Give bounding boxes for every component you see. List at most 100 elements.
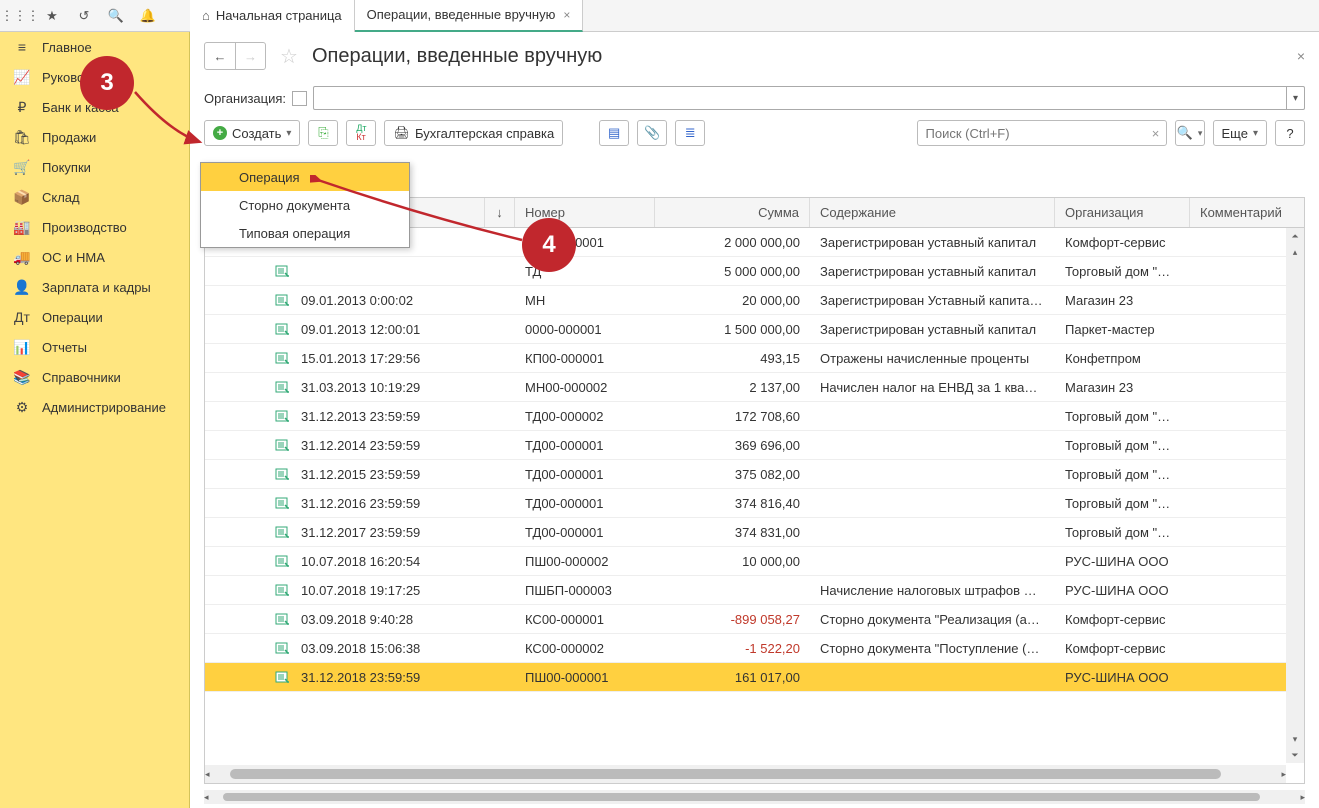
document-icon [275,265,291,277]
table-row[interactable]: 31.12.2015 23:59:59 ТД00-000001 375 082,… [205,460,1304,489]
find-button[interactable]: 🔍▾ [1175,120,1205,146]
table-row[interactable]: 31.12.2018 23:59:59 ПШ00-000001 161 017,… [205,663,1304,692]
scroll-down-icon[interactable]: ▾ [1286,731,1304,747]
sidebar-item[interactable]: 🛍Продажи [0,122,189,152]
sidebar-item[interactable]: 📦Склад [0,182,189,212]
table-row[interactable]: 31.03.2013 10:19:29 МН00-000002 2 137,00… [205,373,1304,402]
document-icon [275,352,291,364]
scroll-top-icon[interactable]: ⏶ [1286,228,1304,244]
scroll-right-icon[interactable]: ▸ [1281,766,1286,782]
sidebar-item[interactable]: 🏭Производство [0,212,189,242]
apps-grid-icon[interactable]: ⋮⋮⋮ [8,4,32,28]
sidebar-item[interactable]: ≡Главное [0,32,189,62]
search-icon[interactable]: 🔍 [104,4,128,28]
history-icon[interactable]: ↺ [72,4,96,28]
sidebar-label: Справочники [42,370,121,385]
dtkt-icon: ДтКт [356,124,366,142]
cell-number: ПШБП-000003 [515,583,655,598]
scroll-up-icon[interactable]: ▴ [1286,244,1304,260]
scroll-left-icon[interactable]: ◂ [204,789,209,805]
vertical-scrollbar[interactable]: ⏶ ▴ ▾ ⏷ [1286,228,1304,763]
scroll-left-icon[interactable]: ◂ [205,766,210,782]
sidebar-item[interactable]: ⚙Администрирование [0,392,189,422]
table-row[interactable]: 31.12.2017 23:59:59 ТД00-000001 374 831,… [205,518,1304,547]
cell-date: 09.01.2013 0:00:02 [205,293,485,308]
create-dropdown: ОперацияСторно документаТиповая операция [200,162,410,248]
table-row[interactable]: 03.09.2018 9:40:28 КС00-000001 -899 058,… [205,605,1304,634]
sidebar-item[interactable]: ДтОперации [0,302,189,332]
create-button[interactable]: + Создать ▾ [204,120,300,146]
table-row[interactable]: 31.12.2014 23:59:59 ТД00-000001 369 696,… [205,431,1304,460]
cell-sum: 161 017,00 [655,670,810,685]
close-icon[interactable]: × [563,8,570,22]
search-input[interactable] [918,126,1146,141]
sidebar-label: Главное [42,40,92,55]
dropdown-item[interactable]: Типовая операция [201,219,409,247]
cell-sum: 374 831,00 [655,525,810,540]
tab-home[interactable]: ⌂ Начальная страница [190,0,355,32]
more-button[interactable]: Еще ▾ [1213,120,1267,146]
col-org[interactable]: Организация [1055,198,1190,227]
cell-date: 31.03.2013 10:19:29 [205,380,485,395]
accounting-ref-button[interactable]: 🖨 Бухгалтерская справка [384,120,563,146]
registry-button[interactable]: ▤ [599,120,629,146]
favorite-star-icon[interactable]: ☆ [280,44,298,69]
col-comment[interactable]: Комментарий [1190,198,1304,227]
table-row[interactable]: 31.12.2016 23:59:59 ТД00-000001 374 816,… [205,489,1304,518]
cell-content: Зарегистрирован уставный капитал [810,322,1055,337]
page-horizontal-scrollbar[interactable]: ◂ ▸ [204,790,1305,804]
cell-number: КС00-000002 [515,641,655,656]
sidebar-item[interactable]: 📚Справочники [0,362,189,392]
col-sort[interactable]: ↓ [485,198,515,227]
sidebar-icon: Дт [12,309,32,325]
scroll-thumb[interactable] [230,769,1222,779]
sidebar-label: Администрирование [42,400,166,415]
list-button[interactable]: ≣ [675,120,705,146]
dropdown-item[interactable]: Операция [201,163,409,191]
table-row[interactable]: 31.12.2013 23:59:59 ТД00-000002 172 708,… [205,402,1304,431]
copy-button[interactable]: ⎘ [308,120,338,146]
chevron-down-icon: ▾ [1253,128,1258,139]
table-row[interactable]: 09.01.2013 0:00:02 МН 20 000,00 Зарегист… [205,286,1304,315]
search-box[interactable]: × [917,120,1167,146]
sidebar-item[interactable]: 🛒Покупки [0,152,189,182]
cell-number: ТД00-000001 [515,467,655,482]
attach-button[interactable]: 📎 [637,120,667,146]
sidebar-label: Покупки [42,160,91,175]
sidebar-item[interactable]: 🚚ОС и НМА [0,242,189,272]
sidebar-label: Продажи [42,130,96,145]
nav-forward-button[interactable]: → [235,43,265,69]
bell-icon[interactable]: 🔔 [136,4,160,28]
sidebar-item[interactable]: 👤Зарплата и кадры [0,272,189,302]
nav-back-button[interactable]: ← [205,43,235,69]
sidebar-item[interactable]: 📊Отчеты [0,332,189,362]
cell-org: РУС-ШИНА ООО [1055,554,1190,569]
table-row[interactable]: 09.01.2013 12:00:01 0000-000001 1 500 00… [205,315,1304,344]
dtkt-button[interactable]: ДтКт [346,120,376,146]
plus-icon: + [213,126,227,140]
clear-search-button[interactable]: × [1146,126,1166,141]
scroll-right-icon[interactable]: ▸ [1300,789,1305,805]
table-row[interactable]: 03.09.2018 15:06:38 КС00-000002 -1 522,2… [205,634,1304,663]
dropdown-item[interactable]: Сторно документа [201,191,409,219]
cell-org: Торговый дом "… [1055,496,1190,511]
horizontal-scrollbar[interactable]: ◂ ▸ [205,765,1286,783]
star-icon[interactable]: ★ [40,4,64,28]
cell-content: Зарегистрирован Уставный капита… [810,293,1055,308]
col-content[interactable]: Содержание [810,198,1055,227]
help-button[interactable]: ? [1275,120,1305,146]
filter-checkbox[interactable] [292,91,307,106]
table-row[interactable]: ТД 5 000 000,00 Зарегистрирован уставный… [205,257,1304,286]
table-row[interactable]: 15.01.2013 17:29:56 КП00-000001 493,15 О… [205,344,1304,373]
cell-sum: 20 000,00 [655,293,810,308]
col-sum[interactable]: Сумма [655,198,810,227]
tab-operations[interactable]: Операции, введенные вручную × [355,0,584,32]
scroll-thumb[interactable] [223,793,1261,801]
table-row[interactable]: 10.07.2018 19:17:25 ПШБП-000003 Начислен… [205,576,1304,605]
dropdown-arrow-icon[interactable]: ▾ [1286,87,1304,109]
table-row[interactable]: 10.07.2018 16:20:54 ПШ00-000002 10 000,0… [205,547,1304,576]
scroll-bottom-icon[interactable]: ⏷ [1286,747,1304,763]
cell-date: 31.12.2017 23:59:59 [205,525,485,540]
organization-input[interactable]: ▾ [313,86,1305,110]
page-close-button[interactable]: × [1297,48,1305,64]
